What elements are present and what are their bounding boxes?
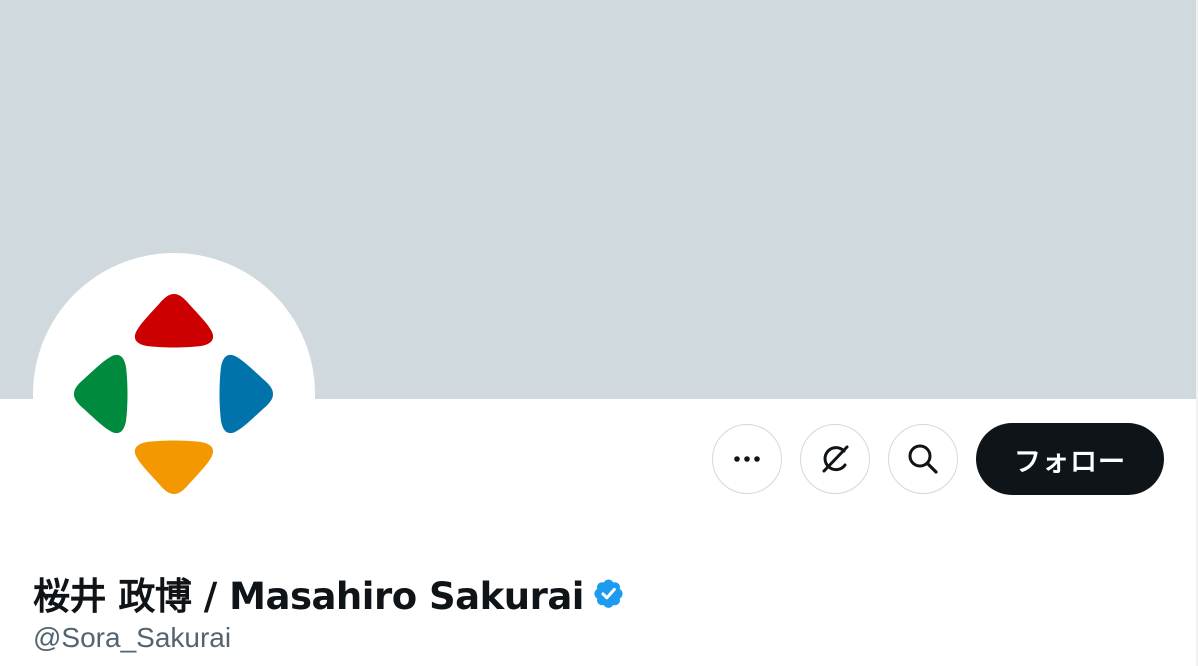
search-icon	[908, 444, 938, 474]
follow-button-label: フォロー	[1014, 446, 1126, 478]
more-button[interactable]	[712, 424, 782, 494]
profile-name-row: 桜井 政博 / Masahiro Sakurai	[33, 567, 628, 619]
grok-icon	[822, 445, 849, 473]
profile-handle: @Sora_Sakurai	[33, 622, 232, 653]
display-name: 桜井 政博 / Masahiro Sakurai	[33, 575, 584, 618]
search-button[interactable]	[888, 424, 958, 494]
verified-badge[interactable]	[592, 575, 628, 611]
ellipsis-icon	[734, 456, 760, 462]
profile-actions: フォロー	[712, 423, 1164, 495]
profile-avatar[interactable]	[33, 253, 315, 535]
follow-button[interactable]: フォロー	[976, 423, 1164, 495]
verified-icon	[594, 579, 623, 608]
grok-button[interactable]	[800, 424, 870, 494]
profile-page: フォロー 桜井 政博 / Masahiro Sakurai @Sora_Saku…	[0, 0, 1198, 666]
dpad-logo-icon	[74, 294, 273, 494]
